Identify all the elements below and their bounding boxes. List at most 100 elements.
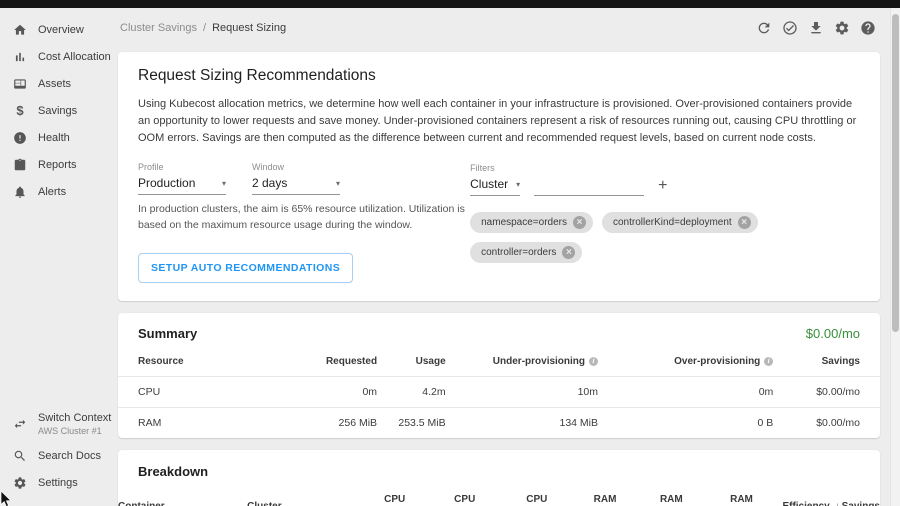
sidebar-item-savings[interactable]: $ Savings — [0, 97, 106, 124]
filter-type-select[interactable]: Cluster ▾ — [470, 177, 520, 196]
health-icon — [13, 131, 27, 145]
sidebar-item-switch-context[interactable]: Switch Context AWS Cluster #1 — [0, 405, 106, 442]
filter-chip: namespace=orders × — [470, 212, 593, 233]
chip-label: controller=orders — [481, 247, 556, 258]
window-label: Window — [252, 162, 340, 172]
page-header: Cluster Savings / Request Sizing — [106, 8, 900, 48]
summary-title: Summary — [138, 326, 197, 341]
switch-context-label: Switch Context — [38, 412, 111, 424]
download-icon[interactable] — [808, 20, 824, 36]
sidebar-item-label: Cost Allocation — [38, 51, 111, 63]
breakdown-table: Container Cluster CPUusage CPUrequest CP… — [118, 485, 880, 506]
request-sizing-card: Request Sizing Recommendations Using Kub… — [118, 52, 880, 301]
col-ram-request[interactable]: RAMrequest — [637, 485, 705, 506]
sidebar-item-label: Health — [38, 132, 70, 144]
check-circle-icon[interactable] — [782, 20, 798, 36]
sidebar-item-search-docs[interactable]: Search Docs — [0, 442, 106, 469]
col-efficiency[interactable]: Efficiency — [778, 485, 835, 506]
close-icon[interactable]: × — [573, 216, 586, 229]
summary-table: Resource Requested Usage Under-provision… — [118, 347, 880, 438]
gear-icon — [13, 476, 27, 490]
sidebar-item-settings[interactable]: Settings — [0, 469, 106, 496]
add-filter-icon[interactable]: + — [658, 178, 667, 196]
dollar-icon: $ — [13, 104, 27, 118]
chevron-down-icon: ▾ — [222, 179, 226, 188]
sidebar-item-label: Savings — [38, 105, 77, 117]
breakdown-title: Breakdown — [118, 464, 880, 485]
col-ram-usage[interactable]: RAMusage — [573, 485, 637, 506]
help-icon[interactable] — [860, 20, 876, 36]
current-cluster-label: AWS Cluster #1 — [38, 426, 111, 436]
summary-card: Summary $0.00/mo Resource Requested Usag… — [118, 313, 880, 438]
page-title: Request Sizing Recommendations — [138, 67, 860, 85]
sidebar-item-label: Reports — [38, 159, 77, 171]
col-cpu-request[interactable]: CPUrequest — [429, 485, 501, 506]
col-usage: Usage — [377, 347, 446, 377]
cell-savings: $0.00/mo — [773, 376, 880, 407]
table-row: CPU 0m 4.2m 10m 0m $0.00/mo — [118, 376, 880, 407]
cell-resource: CPU — [118, 376, 225, 407]
settings-label: Settings — [38, 477, 78, 489]
swap-arrows-icon — [13, 417, 27, 431]
close-icon[interactable]: × — [738, 216, 751, 229]
col-container[interactable]: Container — [118, 485, 247, 506]
sidebar-item-health[interactable]: Health — [0, 124, 106, 151]
cell-under: 134 MiB — [446, 407, 598, 438]
col-requested: Requested — [225, 347, 377, 377]
profile-select[interactable]: Profile Production ▾ — [138, 162, 226, 195]
window-select[interactable]: Window 2 days ▾ — [252, 162, 340, 195]
sidebar-item-label: Overview — [38, 24, 84, 36]
col-resource: Resource — [118, 347, 225, 377]
breadcrumb-parent[interactable]: Cluster Savings — [120, 22, 197, 34]
info-icon[interactable]: i — [589, 357, 598, 366]
col-savings-sorted[interactable]: ↓Savings — [835, 485, 880, 506]
bar-chart-icon — [13, 50, 27, 64]
assets-icon — [13, 77, 27, 91]
sidebar-item-reports[interactable]: Reports — [0, 151, 106, 178]
breakdown-card: Breakdown Container Cluster CPUusage CPU… — [118, 450, 880, 506]
cell-requested: 0m — [225, 376, 377, 407]
filter-type-value: Cluster — [470, 177, 508, 191]
col-cpu-usage[interactable]: CPUusage — [361, 485, 429, 506]
cell-under: 10m — [446, 376, 598, 407]
chip-label: controllerKind=deployment — [613, 217, 732, 228]
cell-usage: 253.5 MiB — [377, 407, 446, 438]
profile-value: Production — [138, 176, 195, 190]
col-cluster[interactable]: Cluster — [247, 485, 360, 506]
scrollbar-track[interactable] — [890, 8, 900, 506]
summary-total-savings: $0.00/mo — [806, 326, 860, 341]
setup-auto-recommendations-button[interactable]: SETUP AUTO RECOMMENDATIONS — [138, 253, 353, 283]
cell-usage: 4.2m — [377, 376, 446, 407]
description-text: Using Kubecost allocation metrics, we de… — [138, 96, 860, 147]
profile-label: Profile — [138, 162, 226, 172]
col-ram-recommended[interactable]: RAMrecomm'd — [705, 485, 777, 506]
sidebar-item-label: Alerts — [38, 186, 66, 198]
gear-icon[interactable] — [834, 20, 850, 36]
breadcrumb-current: Request Sizing — [212, 22, 286, 34]
cell-requested: 256 MiB — [225, 407, 377, 438]
col-savings: Savings — [773, 347, 880, 377]
top-black-bar — [0, 0, 900, 8]
col-cpu-recommended[interactable]: CPUrecomm'd — [501, 485, 573, 506]
sidebar-item-overview[interactable]: Overview — [0, 16, 106, 43]
sidebar-item-alerts[interactable]: Alerts — [0, 178, 106, 205]
sidebar: Overview Cost Allocation Assets $ Saving… — [0, 8, 106, 506]
info-icon[interactable]: i — [764, 357, 773, 366]
refresh-icon[interactable] — [756, 20, 772, 36]
chip-label: namespace=orders — [481, 217, 567, 228]
sidebar-item-assets[interactable]: Assets — [0, 70, 106, 97]
filter-value-input[interactable] — [534, 178, 644, 196]
scrollbar-thumb[interactable] — [892, 14, 899, 332]
header-action-icons — [756, 20, 876, 36]
sort-descending-icon: ↓ — [835, 501, 840, 506]
window-value: 2 days — [252, 176, 287, 190]
cell-over: 0m — [598, 376, 773, 407]
cell-savings: $0.00/mo — [773, 407, 880, 438]
filter-chips: namespace=orders × controllerKind=deploy… — [470, 212, 860, 263]
breadcrumb-separator: / — [203, 22, 206, 34]
filter-chip: controller=orders × — [470, 242, 582, 263]
close-icon[interactable]: × — [562, 246, 575, 259]
col-over-provisioning: Over-provisioningi — [598, 347, 773, 377]
col-under-provisioning: Under-provisioningi — [446, 347, 598, 377]
sidebar-item-cost-allocation[interactable]: Cost Allocation — [0, 43, 106, 70]
